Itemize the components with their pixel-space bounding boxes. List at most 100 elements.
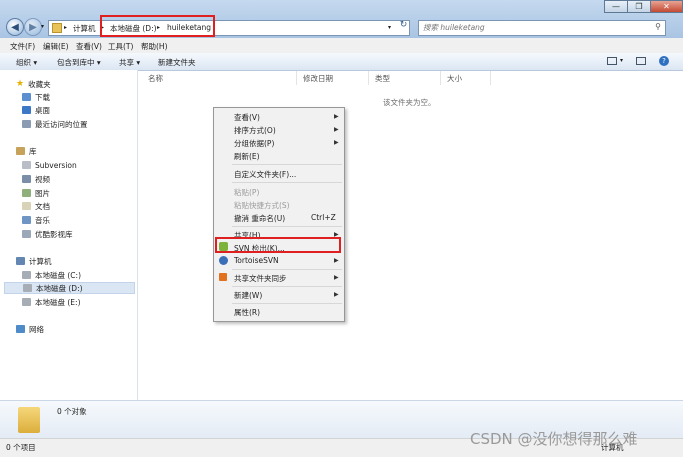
- nav-item-videos[interactable]: 视频: [22, 173, 50, 185]
- menu-view[interactable]: 查看(V): [76, 41, 102, 52]
- nav-network[interactable]: 网络: [16, 323, 44, 335]
- menu-separator: [232, 286, 342, 287]
- nav-computer[interactable]: 计算机: [16, 255, 52, 267]
- nav-item-label: 文档: [35, 201, 50, 211]
- column-header-modified[interactable]: 修改日期: [303, 73, 333, 84]
- column-divider[interactable]: [440, 71, 441, 85]
- library-folder-icon: [22, 230, 31, 238]
- nav-item-downloads[interactable]: 下载: [22, 91, 50, 103]
- submenu-arrow-icon: ▶: [334, 274, 339, 281]
- nav-item-label: 最近访问的位置: [35, 119, 88, 129]
- nav-item-desktop[interactable]: 桌面: [22, 104, 50, 116]
- share-button[interactable]: 共享 ▾: [119, 57, 140, 68]
- address-highlight-box: [100, 15, 215, 37]
- nav-item-subversion[interactable]: Subversion: [22, 159, 77, 171]
- menu-tools[interactable]: 工具(T): [108, 41, 133, 52]
- menu-edit[interactable]: 编辑(E): [43, 41, 69, 52]
- ctx-undo-shortcut: Ctrl+Z: [311, 213, 336, 222]
- refresh-icon[interactable]: ↻: [397, 20, 410, 34]
- back-arrow-icon: ◀: [11, 21, 19, 33]
- view-dropdown-icon[interactable]: ▾: [620, 57, 623, 64]
- close-button[interactable]: ✕: [650, 0, 683, 13]
- nav-favorites[interactable]: ★ 收藏夹: [16, 78, 51, 90]
- menu-bar: 文件(F) 编辑(E) 查看(V) 工具(T) 帮助(H): [0, 38, 683, 54]
- nav-item-drive-d[interactable]: 本地磁盘 (D:): [4, 282, 135, 294]
- ctx-properties[interactable]: 属性(R): [234, 307, 260, 318]
- preview-pane-icon[interactable]: [636, 57, 646, 65]
- nav-item-music[interactable]: 音乐: [22, 214, 50, 226]
- context-menu: 查看(V) ▶ 排序方式(O) ▶ 分组依据(P) ▶ 刷新(E) 自定义文件夹…: [213, 107, 345, 322]
- details-object-count: 0 个对象: [57, 407, 87, 416]
- submenu-arrow-icon: ▶: [334, 257, 339, 264]
- nav-favorites-label: 收藏夹: [28, 79, 51, 89]
- nav-item-youku-library[interactable]: 优酷影视库: [22, 228, 73, 240]
- ctx-customize-folder[interactable]: 自定义文件夹(F)...: [234, 169, 296, 180]
- nav-item-drive-c[interactable]: 本地磁盘 (C:): [22, 269, 81, 281]
- hard-drive-icon: [22, 271, 31, 279]
- breadcrumb-computer[interactable]: 计算机: [73, 23, 96, 34]
- folder-icon: [52, 23, 62, 33]
- submenu-arrow-icon: ▶: [334, 291, 339, 298]
- submenu-arrow-icon: ▶: [334, 139, 339, 146]
- svn-checkout-highlight-box: [215, 237, 341, 253]
- nav-network-label: 网络: [29, 324, 44, 334]
- nav-item-pictures[interactable]: 图片: [22, 187, 50, 199]
- desktop-icon: [22, 106, 31, 114]
- menu-separator: [232, 164, 342, 165]
- nav-libraries[interactable]: 库: [16, 145, 37, 157]
- library-folder-icon: [22, 161, 31, 169]
- libraries-icon: [16, 147, 25, 155]
- search-input[interactable]: [419, 21, 652, 33]
- nav-item-documents[interactable]: 文档: [22, 200, 50, 212]
- organize-button[interactable]: 组织 ▾: [16, 57, 37, 68]
- ctx-paste-shortcut[interactable]: 粘贴快捷方式(S): [234, 200, 290, 211]
- search-box[interactable]: ⚲: [418, 20, 666, 36]
- ctx-paste[interactable]: 粘贴(P): [234, 187, 259, 198]
- column-header-type[interactable]: 类型: [375, 73, 390, 84]
- nav-item-label: 下载: [35, 92, 50, 102]
- search-icon[interactable]: ⚲: [655, 22, 661, 31]
- nav-libraries-label: 库: [29, 146, 37, 156]
- column-divider[interactable]: [296, 71, 297, 85]
- empty-folder-message: 该文件夹为空。: [383, 98, 436, 107]
- column-divider[interactable]: [368, 71, 369, 85]
- ctx-undo-rename[interactable]: 撤消 重命名(U): [234, 213, 285, 224]
- forward-button[interactable]: ▶: [24, 18, 42, 36]
- ctx-refresh[interactable]: 刷新(E): [234, 151, 260, 162]
- nav-item-label: 本地磁盘 (D:): [36, 283, 83, 293]
- watermark-text: CSDN @没你想得那么难: [470, 430, 638, 448]
- column-header-name[interactable]: 名称: [148, 73, 163, 84]
- nav-item-label: 桌面: [35, 105, 50, 115]
- menu-separator: [232, 303, 342, 304]
- ctx-group-by[interactable]: 分组依据(P): [234, 138, 274, 149]
- network-icon: [16, 325, 25, 333]
- back-button[interactable]: ◀: [6, 18, 24, 36]
- menu-help[interactable]: 帮助(H): [141, 41, 168, 52]
- ctx-sort-by[interactable]: 排序方式(O): [234, 125, 276, 136]
- view-options-icon[interactable]: [607, 57, 617, 65]
- address-dropdown-icon[interactable]: ▾: [388, 24, 391, 31]
- menu-file[interactable]: 文件(F): [10, 41, 35, 52]
- help-icon[interactable]: ?: [659, 56, 669, 66]
- menu-separator: [232, 182, 342, 183]
- title-bar: ◀ ▶ ▾ ▸ 计算机 ▸ 本地磁盘 (D:) ▸ huileketang ▾ …: [0, 0, 683, 38]
- tortoisesvn-icon: [219, 256, 228, 265]
- column-divider[interactable]: [490, 71, 491, 85]
- column-header-size[interactable]: 大小: [447, 73, 462, 84]
- forward-arrow-icon: ▶: [29, 21, 37, 33]
- ctx-new[interactable]: 新建(W): [234, 290, 262, 301]
- new-folder-button[interactable]: 新建文件夹: [158, 57, 196, 68]
- minimize-button[interactable]: —: [604, 0, 628, 13]
- nav-computer-label: 计算机: [29, 256, 52, 266]
- nav-item-drive-e[interactable]: 本地磁盘 (E:): [22, 296, 81, 308]
- ctx-shared-folder-sync[interactable]: 共享文件夹同步: [234, 273, 287, 284]
- recent-pages-dropdown-icon[interactable]: ▾: [41, 23, 44, 30]
- music-icon: [22, 216, 31, 224]
- nav-item-recent-places[interactable]: 最近访问的位置: [22, 118, 88, 130]
- ctx-tortoisesvn[interactable]: TortoiseSVN: [234, 256, 279, 265]
- ctx-view[interactable]: 查看(V): [234, 112, 260, 123]
- include-in-library-button[interactable]: 包含到库中 ▾: [57, 57, 101, 68]
- maximize-button[interactable]: ❐: [627, 0, 651, 13]
- command-toolbar: 组织 ▾ 包含到库中 ▾ 共享 ▾ 新建文件夹 ▾ ?: [0, 53, 683, 71]
- submenu-arrow-icon: ▶: [334, 126, 339, 133]
